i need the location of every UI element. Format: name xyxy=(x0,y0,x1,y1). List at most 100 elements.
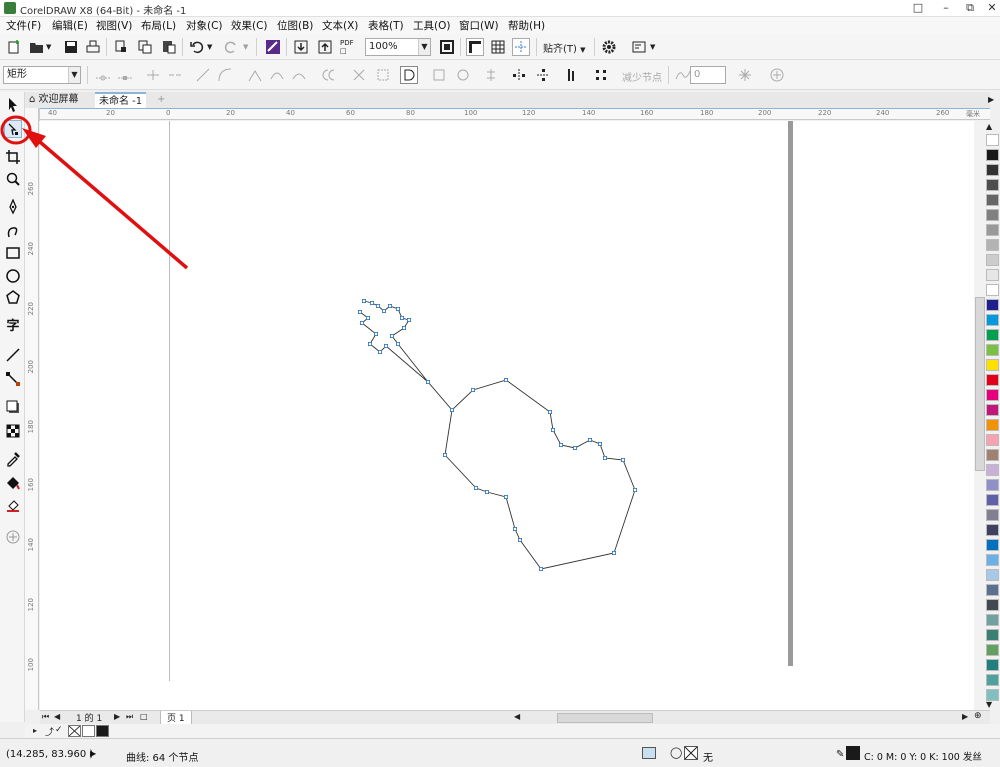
close-curve-icon[interactable] xyxy=(400,66,418,84)
curve-node[interactable] xyxy=(395,306,400,311)
guitar-path-line[interactable] xyxy=(359,300,636,570)
zoom-view-icon[interactable]: ⊕ xyxy=(974,711,982,721)
user-icon[interactable]: □ xyxy=(910,1,926,15)
menu-table[interactable]: 表格(T) xyxy=(368,18,404,33)
white-swatch[interactable] xyxy=(82,725,95,737)
color-proof-icon[interactable] xyxy=(642,747,656,759)
copy-icon[interactable] xyxy=(136,38,154,56)
connector-tool-icon[interactable] xyxy=(4,370,22,388)
curve-node[interactable] xyxy=(357,309,362,314)
paste-icon[interactable] xyxy=(160,38,178,56)
palette-swatch[interactable] xyxy=(986,404,999,416)
curve-node[interactable] xyxy=(470,387,475,392)
palette-swatch[interactable] xyxy=(986,374,999,386)
palette-swatch[interactable] xyxy=(986,554,999,566)
curve-node[interactable] xyxy=(503,494,508,499)
stretch-scale-icon[interactable] xyxy=(430,66,448,84)
palette-swatch[interactable] xyxy=(986,164,999,176)
prev-page-icon[interactable]: ◀ xyxy=(54,712,60,721)
extend-curve-icon[interactable] xyxy=(350,66,368,84)
curve-node[interactable] xyxy=(389,333,394,338)
curve-node[interactable] xyxy=(588,437,593,442)
curve-node[interactable] xyxy=(395,341,400,346)
palette-swatch[interactable] xyxy=(986,389,999,401)
palette-menu-icon[interactable]: ▸ xyxy=(33,726,37,735)
redo-icon[interactable] xyxy=(222,38,240,56)
interactive-fill-tool-icon[interactable] xyxy=(4,474,22,492)
mirror-horizontal-icon[interactable] xyxy=(510,66,528,84)
full-screen-icon[interactable] xyxy=(438,38,456,56)
palette-swatch[interactable] xyxy=(986,209,999,221)
zoom-level-select[interactable]: 100% ▼ xyxy=(365,38,431,56)
reverse-direction-icon[interactable] xyxy=(320,66,338,84)
open-dropdown-arrow[interactable]: ▼ xyxy=(46,43,51,51)
scroll-right-icon[interactable]: ▶ xyxy=(962,712,968,721)
curve-node[interactable] xyxy=(539,567,544,572)
palette-swatch[interactable] xyxy=(986,614,999,626)
curve-node[interactable] xyxy=(383,343,388,348)
curve-node[interactable] xyxy=(473,485,478,490)
curve-node[interactable] xyxy=(401,325,406,330)
curve-node[interactable] xyxy=(449,407,454,412)
polygon-tool-icon[interactable] xyxy=(4,289,22,307)
palette-swatch[interactable] xyxy=(986,644,999,656)
curve-node[interactable] xyxy=(377,349,382,354)
curve-node[interactable] xyxy=(381,308,386,313)
palette-swatch[interactable] xyxy=(986,149,999,161)
palette-swatch[interactable] xyxy=(986,239,999,251)
curve-node[interactable] xyxy=(513,527,518,532)
undo-icon[interactable] xyxy=(188,38,206,56)
palette-swatch[interactable] xyxy=(986,359,999,371)
palette-swatch[interactable] xyxy=(986,584,999,596)
eyedropper-tool-icon[interactable] xyxy=(4,450,22,468)
restore-button[interactable]: ⧉ xyxy=(962,1,978,15)
menu-edit[interactable]: 编辑(E) xyxy=(52,18,88,33)
palette-swatch[interactable] xyxy=(986,284,999,296)
last-page-icon[interactable]: ⏭ xyxy=(126,712,133,722)
palette-swatch[interactable] xyxy=(986,539,999,551)
close-button[interactable]: ✕ xyxy=(984,1,1000,15)
show-rulers-icon[interactable] xyxy=(466,38,484,56)
smart-fill-tool-icon[interactable] xyxy=(4,496,22,514)
launcher-dropdown-arrow[interactable]: ▼ xyxy=(650,43,655,51)
menu-tools[interactable]: 工具(O) xyxy=(413,18,450,33)
snap-to-menu[interactable]: 贴齐(T) ▼ xyxy=(543,40,586,55)
curve-node[interactable] xyxy=(373,331,378,336)
curve-node[interactable] xyxy=(598,441,603,446)
application-launcher-icon[interactable] xyxy=(630,38,648,56)
smooth-node-icon[interactable] xyxy=(268,66,286,84)
cut-icon[interactable] xyxy=(112,38,130,56)
export-icon[interactable] xyxy=(316,38,334,56)
align-nodes-icon[interactable] xyxy=(482,66,500,84)
curve-node[interactable] xyxy=(612,551,617,556)
add-tool-icon[interactable] xyxy=(4,528,22,546)
shape-type-select[interactable]: 矩形 ▼ xyxy=(3,66,81,84)
palette-swatch[interactable] xyxy=(986,464,999,476)
cusp-node-icon[interactable] xyxy=(246,66,264,84)
palette-swatch[interactable] xyxy=(986,434,999,446)
curve-node[interactable] xyxy=(369,300,374,305)
palette-swatch[interactable] xyxy=(986,224,999,236)
rotate-skew-icon[interactable] xyxy=(454,66,472,84)
select-all-nodes-icon[interactable] xyxy=(592,66,610,84)
menu-window[interactable]: 窗口(W) xyxy=(459,18,499,33)
parallel-dimension-tool-icon[interactable] xyxy=(4,346,22,364)
curve-node[interactable] xyxy=(518,538,523,543)
eyedropper-icon[interactable]: ⤴ xyxy=(45,725,54,738)
curve-node[interactable] xyxy=(503,377,508,382)
undo-dropdown-arrow[interactable]: ▼ xyxy=(207,43,212,51)
palette-dropdown-icon[interactable]: ✓ xyxy=(55,725,63,735)
search-content-icon[interactable] xyxy=(264,38,282,56)
horizontal-scroll-thumb[interactable] xyxy=(557,713,653,723)
curve-node[interactable] xyxy=(559,442,564,447)
to-curve-icon[interactable] xyxy=(216,66,234,84)
curve-node[interactable] xyxy=(551,427,556,432)
palette-scroll-up-icon[interactable]: ▲ xyxy=(986,122,992,131)
menu-layout[interactable]: 布局(L) xyxy=(141,18,176,33)
palette-swatch[interactable] xyxy=(986,329,999,341)
curve-node[interactable] xyxy=(387,303,392,308)
scroll-left-icon[interactable]: ◀ xyxy=(514,712,520,721)
first-page-icon[interactable]: ⏮ xyxy=(42,712,49,722)
join-nodes-icon[interactable] xyxy=(144,66,162,84)
menu-text[interactable]: 文本(X) xyxy=(322,18,358,33)
